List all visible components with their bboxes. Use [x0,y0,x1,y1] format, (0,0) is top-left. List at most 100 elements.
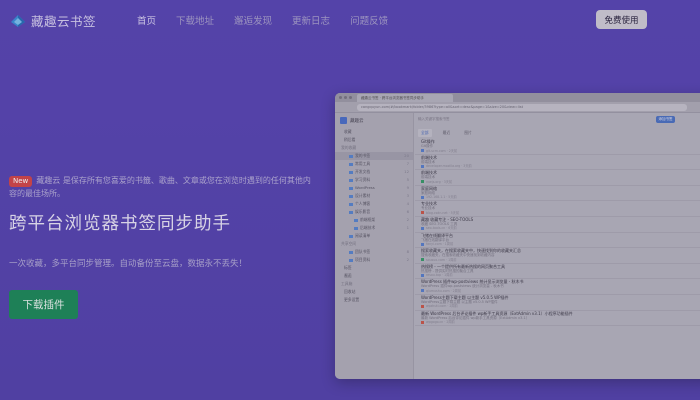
favicon-icon [421,289,424,293]
cloud-logo-icon [11,14,25,27]
hero-intro: New 藏趣云 是保存所有您喜爱的书籤、歌曲、文章或您在浏览时遇到的任何其他内容的… [9,174,311,200]
sidebar-item: 工具箱 [335,280,413,288]
sidebar-item: WordPress 9 [335,184,413,192]
sidebar-item-count: 6 [406,209,409,214]
browser-screenshot: 藏趣云书签 · 跨平台浏览器书签同步助手 cangquyun.com/#/boo… [335,93,700,379]
bookmark-meta-text: sousuo.com · 1周前 [426,257,457,262]
favicon-icon [421,273,424,277]
sidebar-item: 我的书签 20 [335,152,413,160]
nav-item[interactable]: 下载地址 [176,13,214,27]
favicon-icon [421,195,424,199]
sidebar-item-label: 回收站 [344,289,356,294]
sidebar-item-label: 设计素材 [355,193,371,198]
sidebar-item-count: 8 [406,249,409,254]
bookmark-search: 输入关键字搜索书签 [418,117,450,121]
bookmark-meta-text: seo-tools.cn · 6天前 [426,226,457,231]
nav-item[interactable]: 更新日志 [292,13,330,27]
favicon-icon [421,211,424,215]
bookmark-meta-text: wpgogo.cn · 2周前 [426,320,455,325]
bookmark-entry: 前端技术 前端技术 vuejs.org · 3天前 [415,170,700,186]
sidebar-item-label: 稍后看 [344,137,356,142]
bookmark-entry: 飞猪在线翻译平台 飞猪在线翻译平台 fanyi.com · 1周前 [415,233,700,249]
sidebar-item-count: 4 [406,201,409,206]
sidebar-item-label: 我的书签 [355,153,371,158]
bookmark-meta: sousuo.com · 1周前 [421,258,700,262]
bookmark-meta-text: vuejs.org · 3天前 [426,179,453,184]
download-plugin-button[interactable]: 下载插件 [9,290,78,319]
favicon-icon [421,226,424,230]
sidebar-item-count: 1 [406,225,409,230]
logo[interactable]: 藏趣云书签 [9,11,96,30]
bookmark-meta: resou.top · 1周前 [421,273,700,277]
sidebar-item: 个人博客 4 [335,200,413,208]
sidebar-item-label: 标签 [344,265,352,270]
bookmark-entry: 前端技术 前端技术 developer.mozilla.org · 3天前 [415,155,700,171]
sidebar-item-label: 常用工具 [355,161,371,166]
favicon-icon [421,242,424,246]
main-nav: 首页 下载地址 邂逅发现 更新日志 问题反馈 [137,13,408,27]
sidebar-item-label: 娱乐影音 [355,209,371,214]
sidebar-item-label: 学习资料 [355,177,371,182]
sidebar-item-count: 20 [404,153,409,158]
nav-item[interactable]: 问题反馈 [350,13,388,27]
sidebar-item-count: 12 [404,169,409,174]
hero-intro-text: 藏趣云 是保存所有您喜爱的书籤、歌曲、文章或您在浏览时遇到的任何其他内容的最佳场… [9,176,311,198]
bookmark-entry: Git操作 Git操作 git-scm.com · 2天前 [415,139,700,155]
sidebar-item-label: 收藏 [344,129,352,134]
bookmark-entry: WordPress 插件wp-postviews 统计显示浏览量 - 秋木书 Wo… [415,279,700,295]
sidebar-item-count: 7 [406,161,409,166]
favicon-icon [421,320,424,324]
favicon-icon [421,180,424,184]
bookmark-meta-text: wpzhuti.com · 2周前 [426,304,458,309]
sidebar-item-label: 开发文档 [355,169,371,174]
bookmark-entry: 搜索收藏夹，在搜索收藏夹中，快速找到你的收藏夹汇总 搜索收藏夹，在搜索收藏夹中快速… [415,248,700,264]
nav-item[interactable]: 首页 [137,13,156,27]
bookmark-meta: developer.mozilla.org · 3天前 [421,164,700,168]
bookmark-entry: 最新 WordPress 后台评论插件 wp新手工具资源（ExtAdmin v3… [415,311,700,327]
sidebar-item: 邂逅 [335,272,413,280]
add-bookmark-button: 添加书签 [656,116,675,123]
bookmark-meta-text: blog.csdn.net · 5天前 [426,210,460,215]
folder-icon [349,186,353,190]
sidebar-logo-icon [340,117,347,124]
bookmark-entry: 家庭网络 家庭网络 192.168.1.1 · 5天前 [415,186,700,202]
sidebar-item-label: 后端技术 [360,225,376,230]
free-use-button[interactable]: 免费使用 [596,10,647,29]
folder-icon [349,250,353,254]
sidebar-item: 共享空间 [335,240,413,248]
folder-icon [349,178,353,182]
favicon-icon [421,258,424,262]
folder-icon [349,202,353,206]
bookmark-meta: vuejs.org · 3天前 [421,180,700,184]
sidebar-item: 我的收藏 [335,144,413,152]
sidebar-item: 稍后看 [335,136,413,144]
bookmark-meta: wpzhuti.com · 2周前 [421,304,700,308]
bookmark-meta-text: qiumushu.com · 2周前 [426,288,462,293]
nav-item[interactable]: 邂逅发现 [234,13,272,27]
sidebar-item-label: 项目资料 [355,257,371,262]
sidebar-item-count: 3 [406,193,409,198]
bookmark-entry: 专业技术 专业技术 blog.csdn.net · 5天前 [415,201,700,217]
bookmark-meta-text: developer.mozilla.org · 3天前 [426,164,472,169]
bookmark-meta: qiumushu.com · 2周前 [421,289,700,293]
folder-icon [349,154,353,158]
bookmark-meta-text: 192.168.1.1 · 5天前 [426,195,457,200]
new-badge: New [9,176,33,187]
favicon-icon [421,304,424,308]
sidebar-item-count: 5 [406,177,409,182]
bookmark-main: 输入关键字搜索书签 添加书签 全部 最近 图片 Git操作 Git操作 git-scm.… [415,113,700,379]
sidebar-item: 设计素材 3 [335,192,413,200]
sidebar-item: 娱乐影音 6 [335,208,413,216]
bookmark-tab: 最近 [442,130,451,135]
sidebar-item: 更多设置 [335,296,413,304]
sidebar-item: 前端框架 2 [335,216,413,224]
sidebar-item: 后端技术 1 [335,224,413,232]
sidebar-item-label: 个人博客 [355,201,371,206]
browser-tab: 藏趣云书签 · 跨平台浏览器书签同步助手 [357,94,453,102]
sidebar-item-label: 更多设置 [344,297,360,302]
sidebar-item: 项目资料 2 [335,256,413,264]
hero-title: 跨平台浏览器书签同步助手 [9,214,231,234]
folder-icon [349,194,353,198]
bookmark-meta: 192.168.1.1 · 5天前 [421,195,700,199]
favicon-icon [421,149,424,152]
